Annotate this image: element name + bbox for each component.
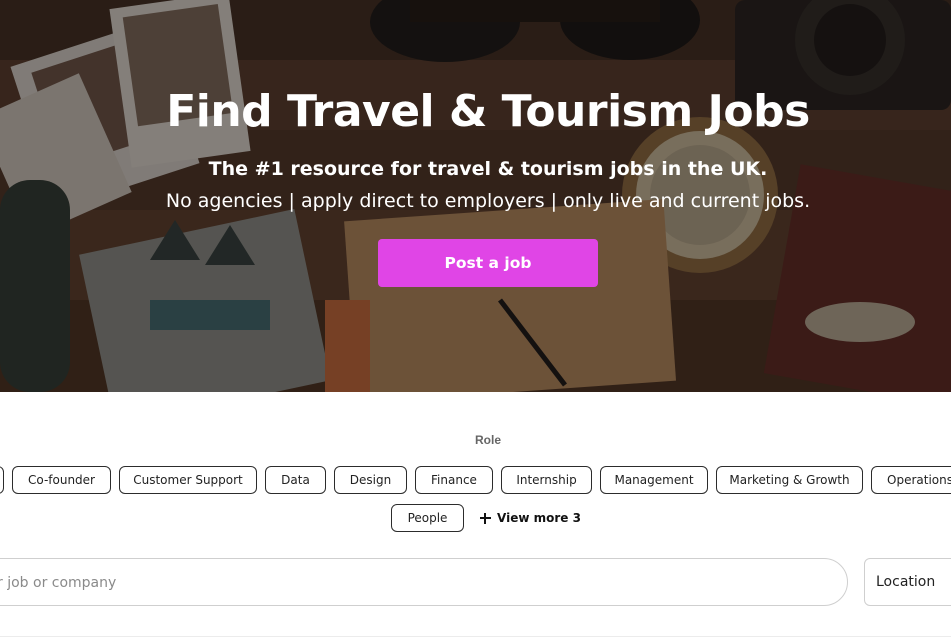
role-chip-customer-support[interactable]: Customer Support xyxy=(119,466,257,494)
role-chip-marketing-growth[interactable]: Marketing & Growth xyxy=(716,466,863,494)
role-filter-label: Role xyxy=(474,433,501,447)
hero-title: Find Travel & Tourism Jobs xyxy=(166,86,810,137)
section-divider xyxy=(0,636,951,637)
view-more-label: View more 3 xyxy=(497,511,581,525)
location-label: Location xyxy=(876,574,936,590)
location-select[interactable]: Location xyxy=(864,558,951,606)
plus-icon xyxy=(480,512,491,524)
role-chip-finance[interactable]: Finance xyxy=(415,466,493,494)
role-chip-design[interactable]: Design xyxy=(334,466,407,494)
role-chip-co-founder[interactable]: Co-founder xyxy=(12,466,111,494)
job-search-input[interactable] xyxy=(0,559,819,607)
role-chip-people[interactable]: People xyxy=(391,504,464,532)
hero-tagline: No agencies | apply direct to employers … xyxy=(165,190,811,212)
role-chip-cut-off[interactable] xyxy=(0,466,4,494)
post-job-button[interactable]: Post a job xyxy=(378,239,598,287)
role-chip-management[interactable]: Management xyxy=(600,466,708,494)
hero-subtitle: The #1 resource for travel & tourism job… xyxy=(208,158,768,180)
hero-banner: Find Travel & Tourism Jobs The #1 resour… xyxy=(0,0,951,392)
job-search-box xyxy=(0,558,848,607)
role-chip-data[interactable]: Data xyxy=(265,466,326,494)
role-chip-operations[interactable]: Operations xyxy=(871,466,951,494)
view-more-roles-button[interactable]: View more 3 xyxy=(480,506,581,530)
role-chip-internship[interactable]: Internship xyxy=(501,466,592,494)
